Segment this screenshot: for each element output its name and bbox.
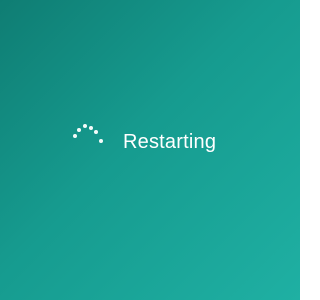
spinner-dot bbox=[94, 130, 98, 134]
spinner-dot bbox=[73, 134, 77, 138]
spinner-dot bbox=[89, 126, 93, 130]
loading-dots-icon bbox=[68, 122, 108, 152]
restart-screen: Restarting bbox=[0, 0, 300, 300]
spinner-dot bbox=[77, 128, 81, 132]
spinner-dot bbox=[83, 124, 87, 128]
restart-status-text: Restarting bbox=[123, 131, 217, 153]
spinner-dot bbox=[99, 139, 103, 143]
